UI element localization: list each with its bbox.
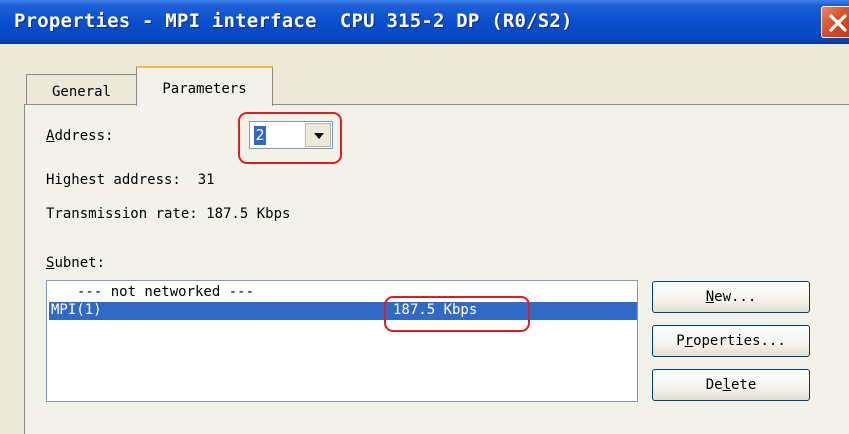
properties-button-prefix: P bbox=[676, 333, 685, 349]
properties-button-label: operties... bbox=[693, 333, 786, 349]
delete-button-prefix: De bbox=[705, 377, 723, 393]
window-title: Properties - MPI interface CPU 315-2 DP … bbox=[14, 10, 573, 32]
new-button[interactable]: New... bbox=[652, 281, 810, 313]
address-label: Address: bbox=[46, 128, 113, 144]
delete-button[interactable]: Delete bbox=[652, 369, 810, 401]
title-bar: Properties - MPI interface CPU 315-2 DP … bbox=[0, 0, 849, 44]
rate-highlight-box bbox=[384, 296, 530, 332]
new-button-label: ew... bbox=[714, 289, 757, 305]
transmission-rate-label: Transmission rate: 187.5 Kbps bbox=[46, 206, 291, 222]
delete-button-label: ete bbox=[731, 377, 757, 393]
subnet-name: MPI(1) bbox=[51, 302, 102, 318]
address-label-text: ddress: bbox=[54, 128, 114, 144]
properties-button-hotkey: r bbox=[684, 333, 694, 349]
subnet-list[interactable]: --- not networked --- MPI(1) 187.5 Kbps bbox=[46, 280, 638, 402]
list-item[interactable]: --- not networked --- bbox=[49, 284, 637, 302]
properties-button[interactable]: Properties... bbox=[652, 325, 810, 357]
subnet-name: --- not networked --- bbox=[77, 284, 255, 300]
subnet-label: Subnet: bbox=[46, 255, 105, 271]
list-item[interactable]: MPI(1) 187.5 Kbps bbox=[49, 302, 637, 320]
address-highlight-box bbox=[238, 112, 342, 164]
close-button[interactable] bbox=[821, 6, 849, 38]
subnet-label-text: ubnet: bbox=[54, 255, 106, 271]
tab-general[interactable]: General bbox=[26, 74, 136, 106]
tab-parameters[interactable]: Parameters bbox=[136, 66, 273, 106]
highest-address-label: Highest address: 31 bbox=[46, 172, 215, 188]
delete-button-hotkey: l bbox=[722, 377, 731, 393]
close-icon bbox=[829, 14, 847, 32]
new-button-hotkey: N bbox=[705, 289, 715, 305]
